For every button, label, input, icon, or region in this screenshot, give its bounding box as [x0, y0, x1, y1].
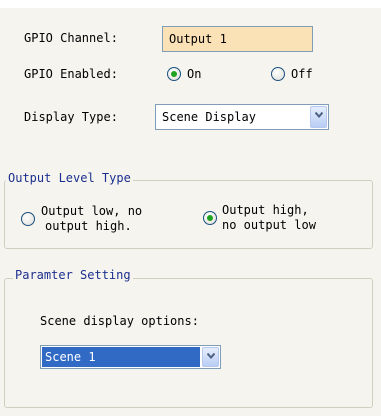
gpio-on-radio[interactable] [167, 67, 181, 81]
scene-select-value: Scene 1 [42, 347, 200, 367]
gpio-enabled-label: GPIO Enabled: [24, 67, 118, 81]
scene-display-options-label: Scene display options: [40, 314, 199, 328]
display-type-dropdown-button[interactable] [310, 106, 327, 128]
gpio-off-label[interactable]: Off [291, 67, 313, 81]
parameter-setting-title: Paramter Setting [13, 268, 133, 282]
radio-selected-dot [207, 215, 213, 221]
display-type-select[interactable]: Scene Display [155, 104, 329, 130]
scene-dropdown-button[interactable] [202, 347, 219, 367]
radio-selected-dot [171, 71, 177, 77]
gpio-channel-field[interactable]: Output 1 [162, 26, 313, 52]
scene-select[interactable]: Scene 1 [40, 345, 221, 369]
output-high-radio[interactable] [203, 211, 217, 225]
gpio-on-label[interactable]: On [187, 67, 201, 81]
output-low-radio[interactable] [21, 212, 35, 226]
output-low-label-line1[interactable]: Output low, no [41, 204, 142, 218]
chevron-down-icon [207, 353, 215, 359]
output-low-label-line2[interactable]: output high. [45, 219, 132, 233]
chevron-down-icon [315, 112, 323, 118]
top-edge [0, 0, 381, 8]
gpio-channel-label: GPIO Channel: [24, 31, 118, 45]
gpio-channel-value: Output 1 [169, 32, 227, 46]
parameter-setting-group [4, 278, 373, 408]
display-type-value: Scene Display [162, 110, 256, 124]
output-high-label-line2[interactable]: no output low [222, 218, 316, 232]
output-high-label-line1[interactable]: Output high, [222, 203, 309, 217]
display-type-label: Display Type: [24, 110, 118, 124]
output-level-title: Output Level Type [6, 171, 133, 185]
gpio-off-radio[interactable] [271, 67, 285, 81]
